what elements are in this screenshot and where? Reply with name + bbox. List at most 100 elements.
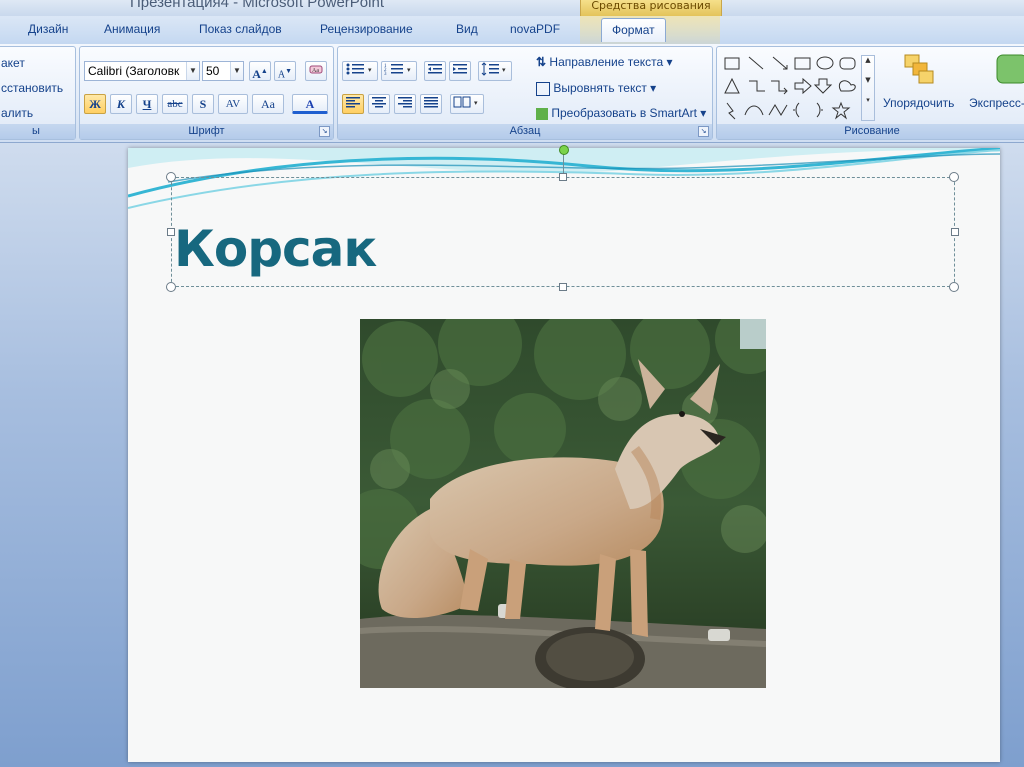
justify-button[interactable]: [420, 94, 442, 114]
arrange-icon: [904, 54, 934, 84]
rectangle-shape-icon: [794, 57, 811, 70]
chevron-down-icon[interactable]: ▼: [862, 76, 874, 84]
ribbon: акет сстановить алить ы Calibri (Заголов…: [0, 44, 1024, 143]
increase-indent-button[interactable]: [449, 61, 471, 81]
grow-font-button[interactable]: A▲: [249, 61, 271, 81]
drawing-group: ▲ ▼ ▾ Упорядочить Экспресс- Рисование: [716, 46, 1024, 140]
font-name-value: Calibri (Заголовк: [88, 64, 180, 78]
resize-handle-s[interactable]: [559, 283, 567, 291]
indent-icon: [453, 64, 467, 74]
tab-design[interactable]: Дизайн: [28, 22, 68, 42]
title-bar: Презентация4 - Microsoft PowerPoint: [0, 0, 1024, 16]
font-color-button[interactable]: A: [292, 94, 328, 114]
group-label-font: Шрифт: [80, 124, 333, 139]
freeform-shape-icon: [768, 104, 788, 116]
resize-handle-e[interactable]: [951, 228, 959, 236]
convert-smartart-button[interactable]: Преобразовать в SmartArt ▾: [536, 106, 706, 120]
tab-review[interactable]: Рецензирование: [320, 22, 413, 42]
arrange-button[interactable]: Упорядочить: [879, 51, 965, 123]
smartart-icon: [536, 107, 548, 120]
underline-button[interactable]: Ч: [136, 94, 158, 114]
resize-handle-se[interactable]: [949, 282, 959, 292]
character-spacing-button[interactable]: AV: [218, 94, 248, 114]
chevron-up-icon[interactable]: ▲: [862, 56, 874, 64]
down-arrow-shape-icon: [813, 78, 833, 94]
numbered-list-icon: 123▾: [384, 64, 411, 77]
resize-handle-nw[interactable]: [166, 172, 176, 182]
align-text-icon: [536, 81, 550, 96]
align-right-icon: [398, 97, 412, 108]
tab-animation[interactable]: Анимация: [104, 22, 160, 42]
slide-title[interactable]: Корсак: [174, 220, 377, 278]
shadow-button[interactable]: S: [192, 94, 214, 114]
resize-handle-ne[interactable]: [949, 172, 959, 182]
align-left-icon: [346, 97, 360, 108]
font-group: Calibri (Заголовк ▼ 50 ▼ A▲ A▼ Aa Ж К Ч …: [79, 46, 334, 140]
italic-button[interactable]: К: [110, 94, 132, 114]
bullets-button[interactable]: ▾: [342, 61, 378, 81]
align-center-icon: [372, 97, 386, 108]
tab-format[interactable]: Формат: [601, 18, 666, 42]
tab-view[interactable]: Вид: [456, 22, 478, 42]
tab-slide-show[interactable]: Показ слайдов: [199, 22, 282, 42]
star-shape-icon: [831, 101, 851, 120]
quick-styles-label: Экспресс-: [969, 96, 1024, 110]
dialog-launcher-icon[interactable]: ↘: [319, 126, 330, 137]
line-spacing-button[interactable]: ▾: [478, 61, 512, 81]
tab-novapdf[interactable]: novaPDF: [510, 22, 560, 42]
fox-image: [360, 319, 766, 688]
corsac-fox-photo[interactable]: [360, 319, 766, 688]
align-text-button[interactable]: Выровнять текст ▾: [536, 81, 656, 96]
line-spacing-icon: ▾: [481, 62, 506, 76]
convert-smartart-label: Преобразовать в SmartArt: [551, 106, 697, 120]
rotation-stem: [563, 154, 564, 174]
svg-text:3: 3: [384, 72, 387, 76]
align-left-button[interactable]: [342, 94, 364, 114]
svg-text:▾: ▾: [407, 66, 411, 74]
group-label-slides: ы: [0, 124, 75, 139]
font-name-combo[interactable]: Calibri (Заголовк ▼: [84, 61, 200, 81]
strikethrough-button[interactable]: abc: [162, 94, 188, 114]
cloud-shape-icon: [838, 80, 856, 92]
layout-button[interactable]: акет: [1, 56, 25, 70]
gallery-more-icon[interactable]: ▾: [862, 96, 874, 104]
lightning-shape-icon: [726, 102, 736, 120]
align-center-button[interactable]: [368, 94, 390, 114]
outdent-icon: [428, 64, 442, 74]
align-right-button[interactable]: [394, 94, 416, 114]
line-shape-icon: [748, 56, 764, 70]
resize-handle-n[interactable]: [559, 173, 567, 181]
delete-button[interactable]: алить: [1, 106, 33, 120]
chevron-down-icon[interactable]: ▼: [230, 62, 243, 80]
shrink-font-button[interactable]: A▼: [274, 61, 296, 81]
reset-button[interactable]: сстановить: [1, 81, 63, 95]
text-direction-label: Направление текста: [549, 55, 664, 69]
quick-styles-button[interactable]: Экспресс-: [967, 51, 1024, 123]
arc-shape-icon: [744, 105, 764, 116]
context-tab-group-label: Средства рисования: [580, 0, 722, 16]
gallery-scroll[interactable]: ▲ ▼ ▾: [861, 55, 875, 121]
arrange-label: Упорядочить: [883, 96, 955, 110]
text-direction-button[interactable]: ⇅ Направление текста ▾: [536, 55, 673, 69]
right-brace-icon: [816, 102, 823, 118]
svg-text:▾: ▾: [474, 99, 478, 107]
columns-button[interactable]: ▾: [450, 94, 484, 114]
dialog-launcher-icon[interactable]: ↘: [698, 126, 709, 137]
svg-text:Aa: Aa: [312, 68, 319, 74]
decrease-indent-button[interactable]: [424, 61, 446, 81]
resize-handle-sw[interactable]: [166, 282, 176, 292]
font-size-combo[interactable]: 50 ▼: [202, 61, 244, 81]
arrow-shape-icon: [772, 56, 788, 70]
bold-button[interactable]: Ж: [84, 94, 106, 114]
chevron-down-icon[interactable]: ▼: [186, 62, 199, 80]
textbox-shape-icon: [724, 57, 740, 70]
left-brace-icon: [793, 102, 800, 118]
numbering-button[interactable]: 1 2 3 ▾: [381, 61, 417, 81]
oval-shape-icon: [816, 56, 834, 70]
justify-icon: [424, 97, 438, 108]
clear-format-button[interactable]: Aa: [305, 61, 327, 81]
ribbon-tabs: Дизайн Анимация Показ слайдов Рецензиров…: [0, 16, 1024, 44]
shapes-gallery[interactable]: [723, 55, 873, 121]
change-case-button[interactable]: Aa: [252, 94, 284, 114]
rotation-handle[interactable]: [559, 145, 569, 155]
